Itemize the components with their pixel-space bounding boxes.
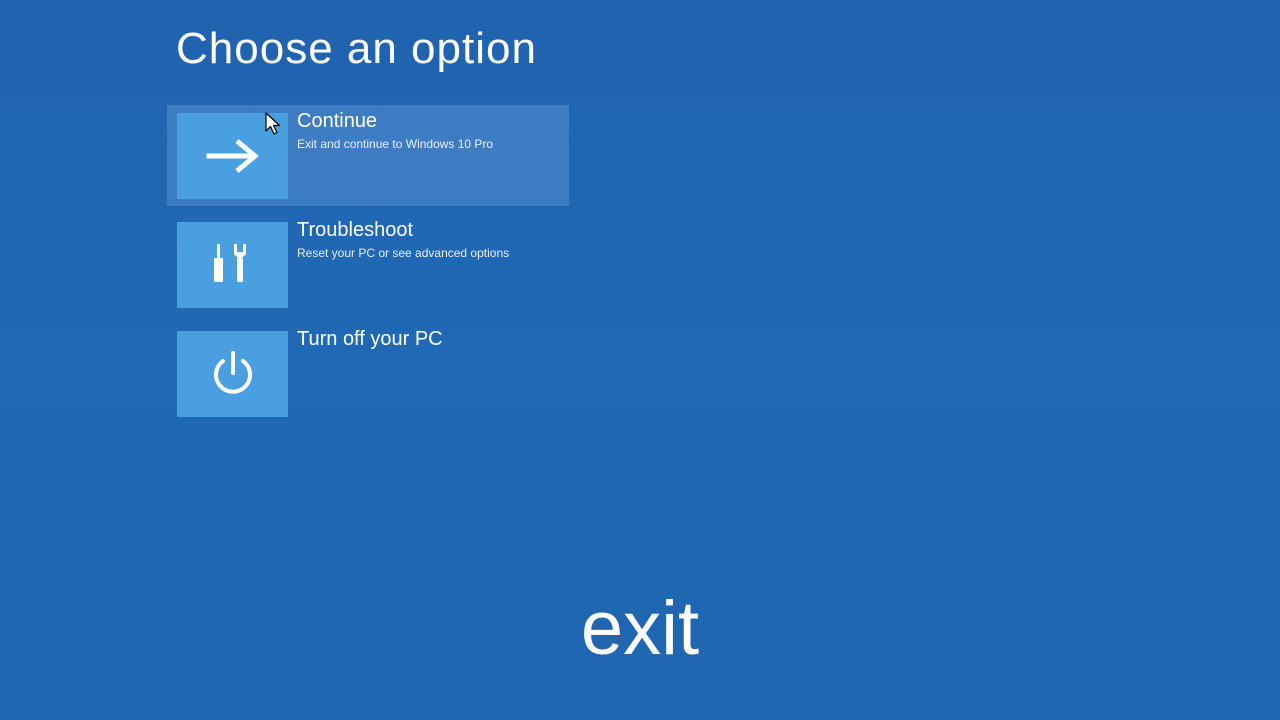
continue-option[interactable]: Continue Exit and continue to Windows 10… bbox=[167, 105, 569, 206]
troubleshoot-option[interactable]: Troubleshoot Reset your PC or see advanc… bbox=[167, 214, 569, 315]
arrow-right-icon bbox=[206, 139, 259, 173]
troubleshoot-title: Troubleshoot bbox=[297, 219, 413, 241]
tools-icon bbox=[213, 244, 246, 282]
turn-off-title: Turn off your PC bbox=[297, 328, 443, 350]
continue-title: Continue bbox=[297, 110, 378, 132]
turn-off-tile[interactable] bbox=[177, 331, 288, 417]
page-title: Choose an option bbox=[176, 24, 537, 73]
recovery-screen: Choose an option Continue Exit and conti… bbox=[0, 0, 1280, 720]
continue-description: Exit and continue to Windows 10 Pro bbox=[297, 137, 494, 151]
troubleshoot-tile[interactable] bbox=[177, 222, 288, 308]
turn-off-option[interactable]: Turn off your PC bbox=[167, 323, 569, 424]
power-icon bbox=[213, 351, 252, 394]
caption-text: exit bbox=[580, 586, 700, 671]
mouse-cursor-icon bbox=[265, 112, 281, 135]
troubleshoot-description: Reset your PC or see advanced options bbox=[297, 246, 510, 260]
